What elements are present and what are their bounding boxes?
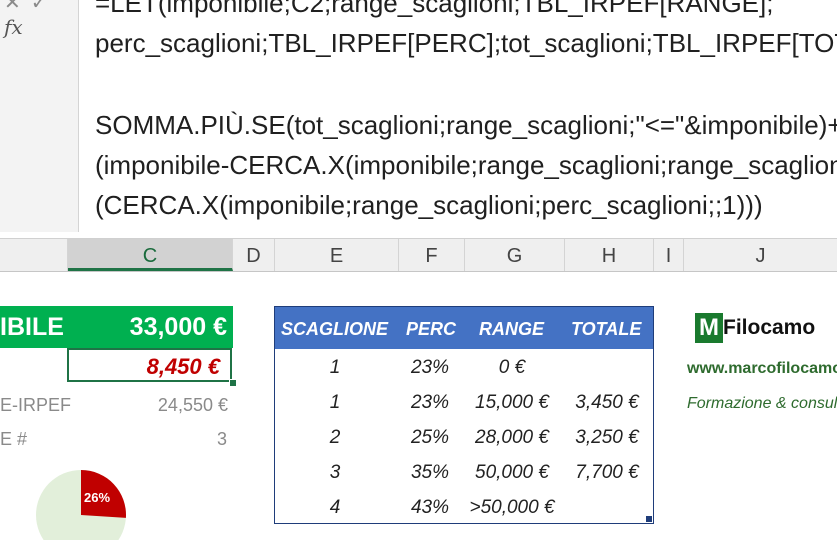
- irpef-table: SCAGLIONE PERC RANGE TOTALE 1 23% 0 € 1 23% 1…: [274, 306, 654, 524]
- row2-label: E-IRPEF: [0, 395, 72, 415]
- column-header-c[interactable]: C: [68, 239, 233, 271]
- imponibile-label: IBILE: [0, 313, 64, 341]
- header-totale[interactable]: TOTALE: [571, 319, 641, 340]
- table-cell[interactable]: 43%: [411, 497, 449, 519]
- table-cell[interactable]: 4: [330, 497, 341, 519]
- table-cell[interactable]: 15,000 €: [475, 392, 549, 414]
- table-header: SCAGLIONE PERC RANGE TOTALE: [275, 307, 653, 349]
- table-cell[interactable]: 50,000 €: [475, 462, 549, 484]
- cancel-icon[interactable]: ✕: [4, 0, 21, 15]
- header-scaglione[interactable]: SCAGLIONE: [281, 319, 388, 340]
- column-header-j[interactable]: J: [684, 239, 837, 271]
- table-cell[interactable]: 0 €: [499, 357, 525, 379]
- selected-cell-tax[interactable]: 8,450 €: [67, 348, 232, 382]
- table-cell[interactable]: 23%: [411, 357, 449, 379]
- formula-line-2: perc_scaglioni;TBL_IRPEF[PERC];tot_scagl…: [95, 28, 837, 58]
- formula-bar[interactable]: =LET(imponibile;C2;range_scaglioni;TBL_I…: [79, 0, 837, 232]
- pie-chart[interactable]: 26%: [36, 466, 126, 540]
- logo-mark: M: [695, 313, 723, 343]
- table-resize-handle[interactable]: [646, 516, 652, 522]
- logo-text: Filocamo: [723, 316, 816, 339]
- tagline: Formazione & consulenza: [687, 395, 837, 412]
- header-range[interactable]: RANGE: [479, 319, 544, 340]
- table-cell[interactable]: 2: [330, 427, 341, 449]
- tax-value: 8,450 €: [146, 354, 220, 379]
- table-cell[interactable]: 7,700 €: [575, 462, 638, 484]
- table-cell[interactable]: 28,000 €: [475, 427, 549, 449]
- column-header-i[interactable]: I: [654, 239, 684, 271]
- formula-bar-icons: ✕ ✓ fx: [4, 0, 78, 40]
- row3-label: E #: [0, 429, 28, 449]
- table-cell[interactable]: 23%: [411, 392, 449, 414]
- header-perc[interactable]: PERC: [406, 319, 456, 340]
- table-cell[interactable]: 1: [330, 392, 341, 414]
- formula-line-4: SOMMA.PIÙ.SE(tot_scaglioni;range_scaglio…: [95, 110, 837, 140]
- fx-icon[interactable]: fx: [4, 15, 23, 39]
- formula-line-1: =LET(imponibile;C2;range_scaglioni;TBL_I…: [95, 0, 774, 18]
- column-header-row: C D E F G H I J: [0, 238, 837, 272]
- column-header-f[interactable]: F: [399, 239, 465, 271]
- column-header-d[interactable]: D: [233, 239, 275, 271]
- imponibile-row[interactable]: IBILE 33,000 €: [0, 306, 233, 348]
- table-cell[interactable]: 3: [330, 462, 341, 484]
- table-cell[interactable]: 25%: [411, 427, 449, 449]
- column-header-h[interactable]: H: [565, 239, 654, 271]
- column-header-g[interactable]: G: [465, 239, 565, 271]
- formula-line-5: (imponibile-CERCA.X(imponibile;range_sca…: [95, 150, 837, 180]
- table-cell[interactable]: 3,450 €: [575, 392, 638, 414]
- confirm-icon[interactable]: ✓: [31, 0, 48, 15]
- table-cell[interactable]: 3,250 €: [575, 427, 638, 449]
- formula-bar-gutter: ✕ ✓ fx: [0, 0, 79, 232]
- imponibile-amount: 33,000 €: [129, 313, 227, 341]
- row2-value: 24,550 €: [157, 395, 228, 415]
- formula-line-6: (CERCA.X(imponibile;range_scaglioni;perc…: [95, 190, 763, 220]
- website-link[interactable]: www.marcofilocamo: [687, 360, 837, 378]
- table-cell[interactable]: 35%: [411, 462, 449, 484]
- row3-value: 3: [216, 429, 227, 449]
- table-cell[interactable]: >50,000 €: [469, 497, 554, 519]
- fill-handle[interactable]: [229, 379, 237, 387]
- table-cell[interactable]: 1: [330, 357, 341, 379]
- pie-label: 26%: [84, 490, 110, 505]
- column-header-b[interactable]: [0, 239, 68, 271]
- column-header-e[interactable]: E: [275, 239, 399, 271]
